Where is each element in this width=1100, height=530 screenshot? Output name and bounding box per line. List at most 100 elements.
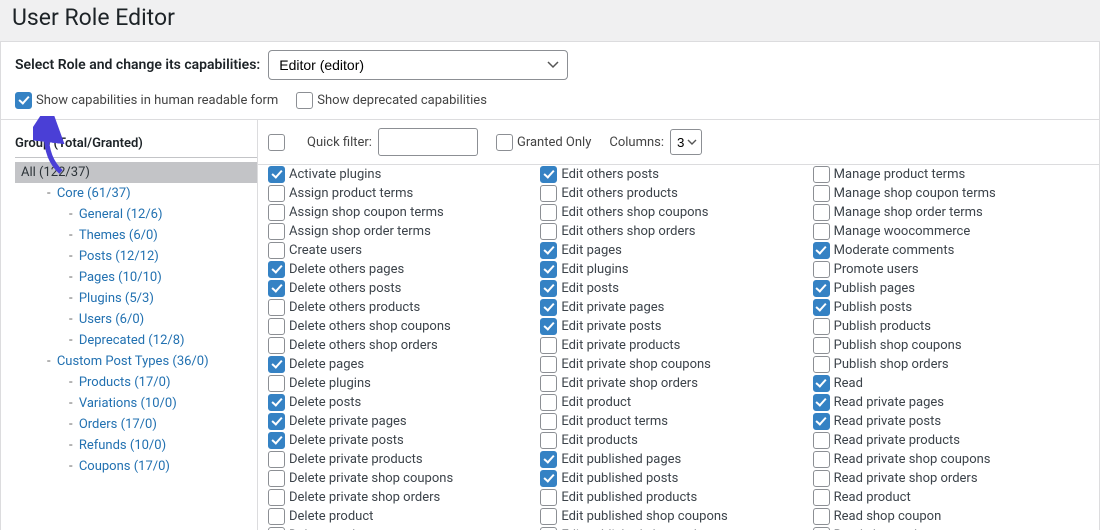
human-readable-checkbox[interactable]: [15, 92, 32, 109]
deprecated-checkbox[interactable]: [296, 92, 313, 109]
capability-item[interactable]: Delete others shop orders: [268, 337, 438, 354]
capability-item[interactable]: Delete private products: [268, 451, 423, 468]
capability-item[interactable]: Manage woocommerce: [813, 223, 971, 240]
sidebar-item[interactable]: - Custom Post Types (36/0): [15, 351, 257, 372]
capability-item[interactable]: Read shop coupon: [813, 508, 942, 525]
capability-checkbox[interactable]: [268, 280, 285, 297]
capability-item[interactable]: Delete product: [268, 508, 373, 525]
capability-checkbox[interactable]: [813, 204, 830, 221]
capability-checkbox[interactable]: [813, 413, 830, 430]
sidebar-item[interactable]: - Users (6/0): [15, 309, 257, 330]
capability-checkbox[interactable]: [268, 470, 285, 487]
capability-checkbox[interactable]: [813, 508, 830, 525]
capability-item[interactable]: Read private posts: [813, 413, 941, 430]
quick-filter-input[interactable]: [378, 128, 478, 156]
capability-item[interactable]: Edit private shop orders: [540, 375, 698, 392]
sidebar-item[interactable]: - Variations (10/0): [15, 393, 257, 414]
capability-checkbox[interactable]: [268, 432, 285, 449]
capability-checkbox[interactable]: [268, 242, 285, 259]
sidebar-item[interactable]: - Deprecated (12/8): [15, 330, 257, 351]
capability-item[interactable]: Read private products: [813, 432, 960, 449]
capability-item[interactable]: Edit pages: [540, 242, 622, 259]
sidebar-item[interactable]: - Products (17/0): [15, 372, 257, 393]
capability-item[interactable]: Delete others pages: [268, 261, 404, 278]
capability-item[interactable]: Delete others products: [268, 299, 420, 316]
capability-item[interactable]: Assign shop coupon terms: [268, 204, 444, 221]
capability-checkbox[interactable]: [813, 375, 830, 392]
capability-checkbox[interactable]: [813, 337, 830, 354]
capability-item[interactable]: Edit published shop coupons: [540, 508, 727, 525]
capability-checkbox[interactable]: [540, 375, 557, 392]
capability-checkbox[interactable]: [540, 299, 557, 316]
capability-item[interactable]: Edit others products: [540, 185, 678, 202]
capability-item[interactable]: Moderate comments: [813, 242, 955, 259]
capability-item[interactable]: Delete pages: [268, 356, 364, 373]
capability-item[interactable]: Edit private posts: [540, 318, 661, 335]
capability-checkbox[interactable]: [540, 470, 557, 487]
capability-checkbox[interactable]: [540, 413, 557, 430]
capability-checkbox[interactable]: [268, 489, 285, 506]
capability-checkbox[interactable]: [540, 432, 557, 449]
deprecated-option[interactable]: Show deprecated capabilities: [296, 92, 487, 109]
capability-item[interactable]: Edit published posts: [540, 470, 678, 487]
human-readable-option[interactable]: Show capabilities in human readable form: [15, 92, 278, 109]
capability-item[interactable]: Read: [813, 375, 863, 392]
sidebar-item[interactable]: - General (12/6): [15, 204, 257, 225]
capability-item[interactable]: Publish shop coupons: [813, 337, 962, 354]
columns-select[interactable]: 3: [670, 129, 702, 155]
capability-item[interactable]: Delete posts: [268, 394, 361, 411]
capability-checkbox[interactable]: [540, 166, 557, 183]
capability-item[interactable]: Edit others shop coupons: [540, 204, 708, 221]
capability-checkbox[interactable]: [540, 451, 557, 468]
capability-checkbox[interactable]: [268, 451, 285, 468]
sidebar-item[interactable]: - Core (61/37): [15, 183, 257, 204]
capability-item[interactable]: Read product: [813, 489, 911, 506]
capability-checkbox[interactable]: [813, 470, 830, 487]
capability-checkbox[interactable]: [540, 356, 557, 373]
capability-checkbox[interactable]: [268, 337, 285, 354]
capability-item[interactable]: Delete private shop orders: [268, 489, 440, 506]
capability-checkbox[interactable]: [268, 394, 285, 411]
sidebar-item[interactable]: - Coupons (17/0): [15, 456, 257, 477]
capability-item[interactable]: Read private pages: [813, 394, 944, 411]
capability-item[interactable]: Promote users: [813, 261, 919, 278]
sidebar-item[interactable]: - Refunds (10/0): [15, 435, 257, 456]
capability-checkbox[interactable]: [540, 337, 557, 354]
capability-checkbox[interactable]: [268, 261, 285, 278]
capability-checkbox[interactable]: [268, 508, 285, 525]
capability-item[interactable]: Delete plugins: [268, 375, 371, 392]
capability-item[interactable]: Edit private products: [540, 337, 680, 354]
capability-checkbox[interactable]: [540, 223, 557, 240]
capability-checkbox[interactable]: [813, 280, 830, 297]
capability-checkbox[interactable]: [813, 242, 830, 259]
capability-checkbox[interactable]: [540, 280, 557, 297]
capability-checkbox[interactable]: [813, 451, 830, 468]
capability-checkbox[interactable]: [813, 223, 830, 240]
sidebar-item[interactable]: All (122/37): [15, 162, 257, 183]
capability-item[interactable]: Edit products: [540, 432, 638, 449]
capability-item[interactable]: Edit published pages: [540, 451, 681, 468]
capability-item[interactable]: Publish posts: [813, 299, 912, 316]
capability-checkbox[interactable]: [268, 185, 285, 202]
capability-checkbox[interactable]: [268, 318, 285, 335]
capability-checkbox[interactable]: [268, 204, 285, 221]
capability-checkbox[interactable]: [268, 223, 285, 240]
capability-checkbox[interactable]: [540, 394, 557, 411]
capability-checkbox[interactable]: [540, 242, 557, 259]
capability-item[interactable]: Delete others shop coupons: [268, 318, 451, 335]
capability-item[interactable]: Delete private pages: [268, 413, 407, 430]
sidebar-item[interactable]: - Orders (17/0): [15, 414, 257, 435]
capability-item[interactable]: Edit published products: [540, 489, 697, 506]
sidebar-item[interactable]: - Posts (12/12): [15, 246, 257, 267]
capability-item[interactable]: Create users: [268, 242, 362, 259]
role-select[interactable]: Editor (editor): [268, 50, 568, 80]
capability-item[interactable]: Publish pages: [813, 280, 915, 297]
capability-item[interactable]: Edit others shop orders: [540, 223, 695, 240]
capability-item[interactable]: Edit product terms: [540, 413, 668, 430]
capability-checkbox[interactable]: [813, 261, 830, 278]
capability-checkbox[interactable]: [540, 318, 557, 335]
capability-item[interactable]: Manage product terms: [813, 166, 966, 183]
capability-checkbox[interactable]: [813, 185, 830, 202]
capability-checkbox[interactable]: [813, 299, 830, 316]
capability-item[interactable]: Assign shop order terms: [268, 223, 431, 240]
